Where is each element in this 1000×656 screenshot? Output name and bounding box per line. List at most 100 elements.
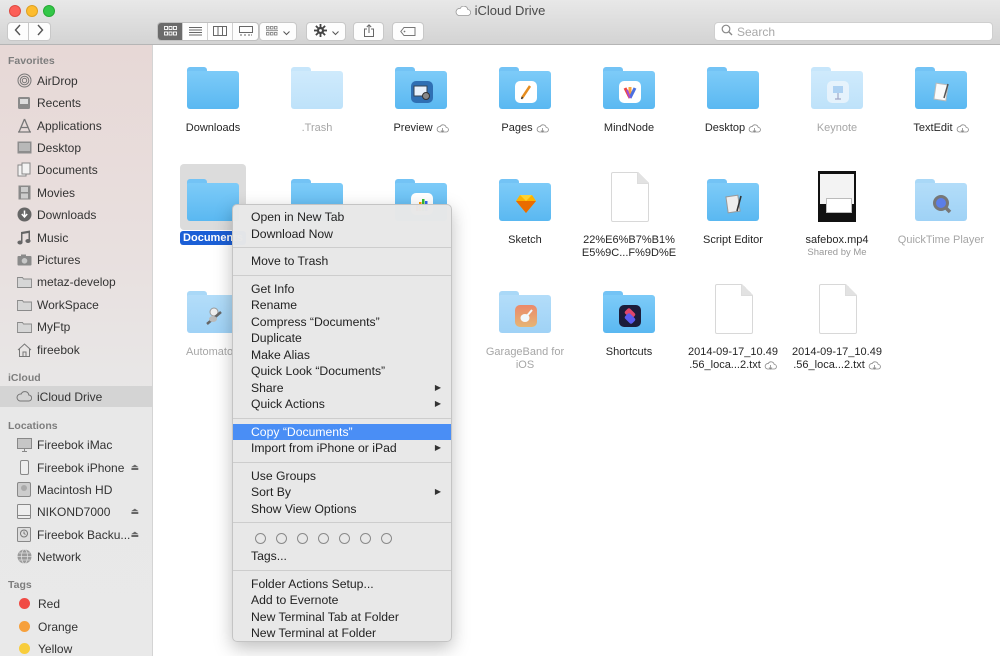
menu-item-use-groups[interactable]: Use Groups — [233, 468, 451, 485]
menu-separator — [233, 247, 451, 248]
tag-circle-icon[interactable] — [297, 532, 308, 544]
tag-circle-icon[interactable] — [360, 532, 371, 544]
cloud-download-icon[interactable] — [536, 124, 549, 137]
chevron-down-icon — [331, 24, 339, 39]
cloud-download-icon[interactable] — [868, 361, 881, 374]
sidebar-item-pictures[interactable]: Pictures — [0, 249, 152, 270]
chevron-down-icon — [283, 24, 290, 39]
edit-tags-button[interactable] — [392, 22, 424, 41]
menu-item-move-to-trash[interactable]: Move to Trash — [233, 253, 451, 270]
tag-circle-icon[interactable] — [339, 532, 350, 544]
menu-item-compress[interactable]: Compress “Documents” — [233, 314, 451, 331]
sidebar-item-nikond7000[interactable]: NIKOND7000 ⏏ — [0, 501, 152, 522]
cloud-download-icon[interactable] — [436, 124, 449, 137]
cloud-download-icon[interactable] — [748, 124, 761, 137]
menu-item-open-in-new-tab[interactable]: Open in New Tab — [233, 209, 451, 226]
menu-item-new-terminal[interactable]: New Terminal at Folder — [233, 625, 451, 642]
gallery-view-icon — [238, 25, 253, 39]
tag-circle-icon[interactable] — [255, 532, 266, 544]
search-input[interactable] — [737, 24, 977, 39]
file-item-desktop[interactable]: Desktop — [681, 52, 785, 137]
file-item-shortcuts[interactable]: Shortcuts — [577, 276, 681, 359]
tag-circle-icon[interactable] — [318, 532, 329, 544]
sidebar-item-documents[interactable]: Documents — [0, 159, 152, 180]
share-button[interactable] — [353, 22, 384, 41]
cloud-download-icon[interactable] — [956, 124, 969, 137]
tag-circle-icon[interactable] — [276, 532, 287, 544]
forward-button[interactable] — [29, 22, 51, 41]
menu-item-get-info[interactable]: Get Info — [233, 281, 451, 298]
file-item-sketch[interactable]: Sketch — [473, 164, 577, 247]
sidebar-item-fireebok[interactable]: fireebok — [0, 339, 152, 360]
column-view-button[interactable] — [208, 23, 233, 40]
menu-item-quick-actions[interactable]: Quick Actions ▶ — [233, 396, 451, 413]
menu-item-label: Quick Actions — [251, 397, 325, 411]
gallery-view-button[interactable] — [233, 23, 258, 40]
file-item-pages[interactable]: Pages — [473, 52, 577, 137]
sidebar-item-network[interactable]: Network — [0, 546, 152, 567]
cloud-download-icon[interactable] — [764, 361, 777, 374]
file-name: Automato — [186, 346, 234, 358]
sidebar-item-fireebok-imac[interactable]: Fireebok iMac — [0, 434, 152, 455]
file-item-quicktime-player[interactable]: QuickTime Player — [889, 164, 993, 247]
sidebar-item-label: iCloud Drive — [37, 389, 103, 404]
menu-item-sort-by[interactable]: Sort By ▶ — [233, 484, 451, 501]
file-item-downloads[interactable]: Downloads — [161, 52, 265, 135]
file-item-encoded-document[interactable]: 22%E6%B7%B1% E5%9C...F%9D%E — [577, 164, 681, 260]
file-item-keynote[interactable]: Keynote — [785, 52, 889, 135]
icon-view-button[interactable] — [158, 23, 183, 40]
tag-circle-icon[interactable] — [381, 532, 392, 544]
file-item-script-editor[interactable]: Script Editor — [681, 164, 785, 247]
sidebar-item-metaz-develop[interactable]: metaz-develop — [0, 271, 152, 292]
menu-item-share[interactable]: Share ▶ — [233, 380, 451, 397]
group-by-button[interactable] — [259, 22, 297, 41]
sidebar-tag-yellow[interactable]: Yellow — [0, 638, 152, 656]
file-item-preview[interactable]: Preview — [369, 52, 473, 137]
sidebar-item-icloud-drive[interactable]: iCloud Drive — [0, 386, 152, 407]
sidebar-tag-red[interactable]: Red — [0, 593, 152, 614]
menu-item-make-alias[interactable]: Make Alias — [233, 347, 451, 364]
sidebar-item-fireebok-backup[interactable]: Fireebok Backu... ⏏ — [0, 524, 152, 545]
folder-icon — [499, 179, 551, 221]
search-field[interactable] — [714, 22, 993, 41]
file-item-safebox-mp4[interactable]: safebox.mp4 Shared by Me — [785, 164, 889, 259]
sidebar-item-workspace[interactable]: WorkSpace — [0, 294, 152, 315]
menu-item-duplicate[interactable]: Duplicate — [233, 330, 451, 347]
file-item-text-file-1[interactable]: 2014-09-17_10.49.56_loca...2.txt — [681, 276, 785, 374]
sidebar-item-desktop[interactable]: Desktop — [0, 137, 152, 158]
sidebar-item-movies[interactable]: Movies — [0, 182, 152, 203]
menu-item-copy[interactable]: Copy “Documents” — [233, 423, 451, 440]
sidebar-item-macintosh-hd[interactable]: Macintosh HD — [0, 479, 152, 500]
menu-item-import-from-iphone[interactable]: Import from iPhone or iPad ▶ — [233, 440, 451, 457]
menu-item-label: Sort By — [251, 485, 291, 499]
sidebar-item-myftp[interactable]: MyFtp — [0, 316, 152, 337]
eject-icon[interactable]: ⏏ — [130, 462, 139, 473]
file-item-text-file-2[interactable]: 2014-09-17_10.49.56_loca...2.txt — [785, 276, 889, 374]
sidebar-item-airdrop[interactable]: AirDrop — [0, 70, 152, 91]
list-view-button[interactable] — [183, 23, 208, 40]
sidebar-item-fireebok-iphone[interactable]: Fireebok iPhone ⏏ — [0, 457, 152, 478]
menu-item-download-now[interactable]: Download Now — [233, 226, 451, 243]
sidebar-item-recents[interactable]: Recents — [0, 92, 152, 113]
back-button[interactable] — [7, 22, 29, 41]
menu-item-folder-actions-setup[interactable]: Folder Actions Setup... — [233, 576, 451, 593]
eject-icon[interactable]: ⏏ — [130, 506, 139, 517]
menu-item-new-terminal-tab[interactable]: New Terminal Tab at Folder — [233, 609, 451, 626]
airdrop-icon — [16, 73, 32, 89]
sidebar-item-downloads[interactable]: Downloads — [0, 204, 152, 225]
file-item-garageband[interactable]: GarageBand for iOS — [473, 276, 577, 372]
sidebar-item-music[interactable]: Music — [0, 227, 152, 248]
file-item-textedit[interactable]: TextEdit — [889, 52, 993, 137]
file-item-trash[interactable]: .Trash — [265, 52, 369, 135]
menu-item-add-to-evernote[interactable]: Add to Evernote — [233, 592, 451, 609]
menu-item-quick-look[interactable]: Quick Look “Documents” — [233, 363, 451, 380]
menu-item-tags[interactable]: Tags... — [233, 548, 451, 565]
sidebar-tag-orange[interactable]: Orange — [0, 616, 152, 637]
menu-item-rename[interactable]: Rename — [233, 297, 451, 314]
sidebar-section-tags: Tags — [8, 579, 32, 591]
eject-icon[interactable]: ⏏ — [130, 529, 139, 540]
sidebar-item-applications[interactable]: Applications — [0, 115, 152, 136]
action-menu-button[interactable] — [306, 22, 346, 41]
file-item-mindnode[interactable]: MindNode — [577, 52, 681, 135]
menu-item-show-view-options[interactable]: Show View Options — [233, 501, 451, 518]
